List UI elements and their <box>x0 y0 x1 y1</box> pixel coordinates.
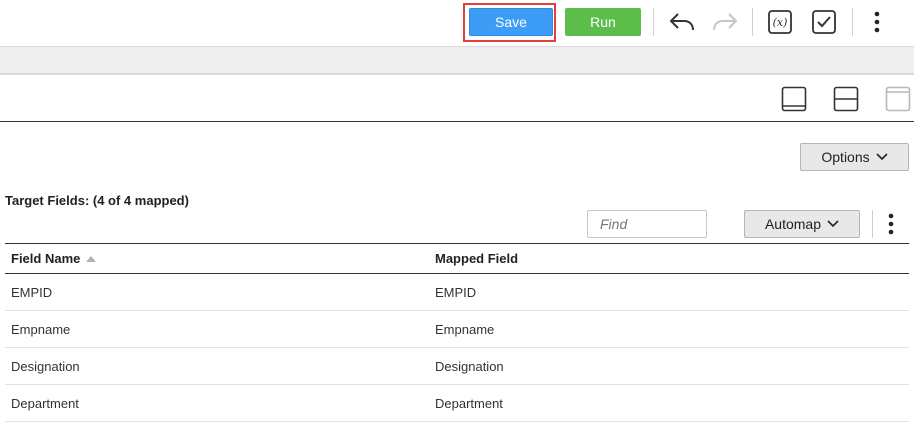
function-icon[interactable]: (x) <box>765 8 795 36</box>
toolbar-divider <box>752 8 753 36</box>
options-dropdown[interactable]: Options <box>800 143 909 171</box>
save-button[interactable]: Save <box>469 8 553 36</box>
toolbar-divider <box>852 8 853 36</box>
column-header-field-name[interactable]: Field Name <box>11 244 97 273</box>
mapped-field-cell: Empname <box>435 321 495 337</box>
undo-icon[interactable] <box>667 8 697 36</box>
chevron-down-icon <box>876 153 888 161</box>
mapped-field-cell: EMPID <box>435 284 477 300</box>
chevron-down-icon <box>827 220 839 228</box>
sort-ascending-icon <box>86 255 97 262</box>
svg-text:(x): (x) <box>773 16 788 29</box>
panel-layout-bar <box>0 75 914 122</box>
options-label: Options <box>821 149 870 165</box>
automap-dropdown[interactable]: Automap <box>744 210 860 238</box>
grid-header: Field Name Mapped Field <box>5 243 909 274</box>
run-button[interactable]: Run <box>565 8 641 36</box>
field-name-cell: Empname <box>11 321 71 337</box>
table-row[interactable]: Designation Designation <box>5 348 909 385</box>
mapped-field-cell: Department <box>435 395 503 411</box>
layout-top-panel-icon[interactable] <box>885 86 911 112</box>
column-header-mapped-field[interactable]: Mapped Field <box>435 244 518 273</box>
table-row[interactable]: EMPID EMPID <box>5 274 909 311</box>
automap-label: Automap <box>764 216 822 232</box>
target-fields-title: Target Fields: (4 of 4 mapped) <box>5 193 189 208</box>
grid-more-icon[interactable] <box>879 210 903 238</box>
field-name-cell: Department <box>11 395 79 411</box>
layout-bottom-panel-icon[interactable] <box>781 86 807 112</box>
table-row[interactable]: Empname Empname <box>5 311 909 348</box>
canvas-band <box>0 47 914 75</box>
top-toolbar: Save Run (x) <box>0 0 914 47</box>
validate-icon[interactable] <box>809 8 839 36</box>
field-name-cell: EMPID <box>11 284 53 300</box>
toolbar-divider <box>653 8 654 36</box>
table-row[interactable]: Department Department <box>5 385 909 422</box>
toolbar-divider <box>872 210 873 238</box>
mapped-field-cell: Designation <box>435 358 504 374</box>
redo-icon[interactable] <box>710 8 740 36</box>
field-mapping-grid: Field Name Mapped Field EMPID EMPID Empn… <box>5 243 909 422</box>
more-icon[interactable] <box>862 8 892 36</box>
find-input[interactable] <box>587 210 707 238</box>
layout-split-icon[interactable] <box>833 86 859 112</box>
field-name-cell: Designation <box>11 358 80 374</box>
